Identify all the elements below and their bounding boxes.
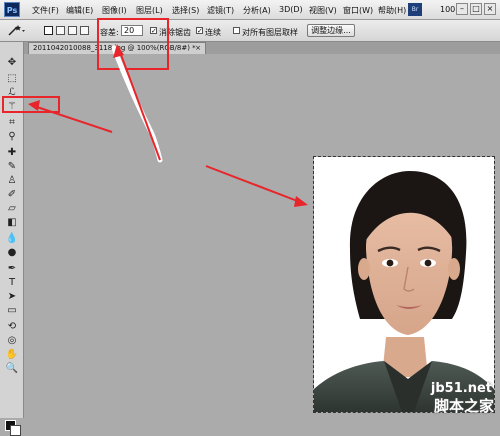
arrow-head-magic-wand: [28, 100, 40, 111]
watermark-brand: 脚本之家: [433, 397, 494, 415]
arrow-head-photo: [294, 196, 308, 207]
background-color-swatch[interactable]: [10, 425, 21, 436]
annotation-arrows: [28, 44, 308, 207]
arrow-to-photo: [205, 165, 301, 203]
arrow-to-tolerance: [119, 51, 161, 161]
arrow-to-magic-wand: [33, 105, 113, 133]
watermark-url: jb51.net: [430, 381, 492, 396]
